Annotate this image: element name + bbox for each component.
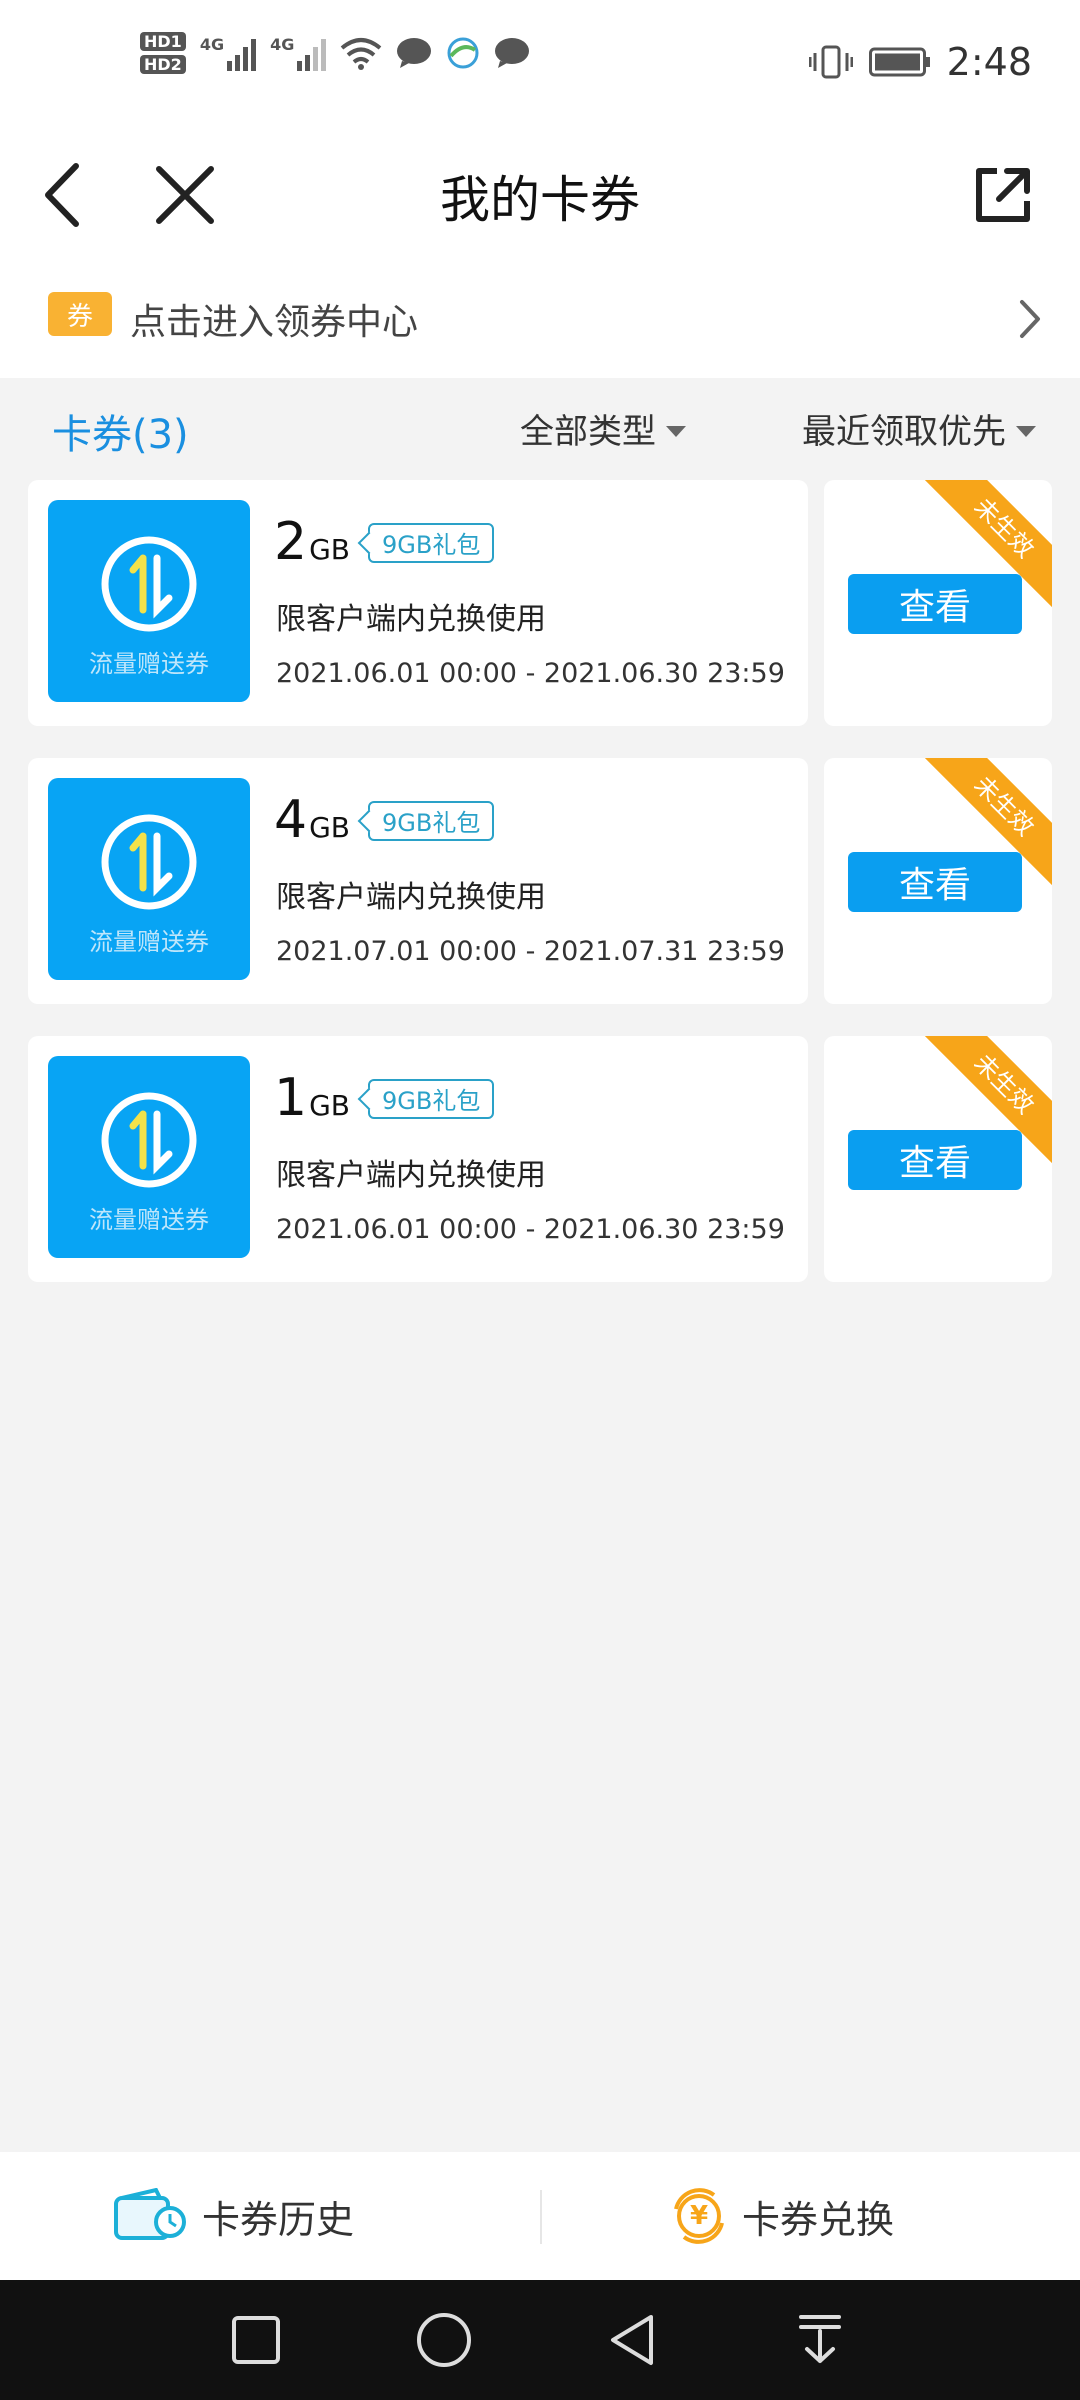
caret-down-icon (666, 426, 686, 437)
coupon-history-label: 卡券历史 (202, 2197, 355, 2242)
yuan-exchange-icon: ¥ (670, 2187, 728, 2245)
package-tag: 9GB礼包 (368, 800, 495, 841)
wifi-icon (341, 38, 382, 70)
home-button[interactable] (414, 2310, 474, 2370)
thumbnail-label: 流量赠送券 (89, 650, 209, 678)
message-bubble-icon-2 (495, 38, 530, 68)
back-nav-button[interactable] (602, 2310, 662, 2370)
coupon-center-row[interactable]: 券 点击进入领券中心 (0, 260, 1080, 378)
clock: 2:48 (946, 40, 1032, 84)
amount-unit: GB (309, 811, 350, 844)
page-title: 我的卡券 (440, 171, 640, 229)
coupon-card-action: 未生效 查看 (824, 758, 1052, 1004)
coupon-card[interactable]: 流量赠送券 2 GB 9GB礼包 限客户端内兑换使用 2021.06.01 00… (28, 480, 1052, 726)
type-filter-label: 全部类型 (520, 412, 656, 452)
hd-badges: HD1 HD2 (140, 32, 186, 74)
chevron-right-icon (1020, 300, 1040, 338)
coupon-amount: 1 GB 9GB礼包 (274, 1068, 495, 1128)
notification-pull-button[interactable] (790, 2310, 850, 2370)
coupon-card[interactable]: 流量赠送券 4 GB 9GB礼包 限客户端内兑换使用 2021.07.01 00… (28, 758, 1052, 1004)
coupon-thumbnail: 流量赠送券 (48, 1056, 250, 1258)
thumbnail-label: 流量赠送券 (89, 1206, 209, 1234)
coupon-thumbnail: 流量赠送券 (48, 778, 250, 980)
recents-button[interactable] (226, 2310, 286, 2370)
coupon-count: 卡券(3) (52, 412, 189, 458)
package-tag: 9GB礼包 (368, 522, 495, 563)
coupon-exchange-label: 卡券兑换 (742, 2197, 895, 2242)
coupon-card-action: 未生效 查看 (824, 1036, 1052, 1282)
coupon-description: 限客户端内兑换使用 (276, 880, 546, 915)
sort-label: 最近领取优先 (802, 412, 1006, 452)
coupon-thumbnail: 流量赠送券 (48, 500, 250, 702)
coupon-badge-icon: 券 (48, 292, 112, 336)
hd2-badge: HD2 (140, 55, 186, 74)
view-button[interactable]: 查看 (848, 1130, 1022, 1190)
amount-unit: GB (309, 533, 350, 566)
coupon-validity: 2021.07.01 00:00 - 2021.07.31 23:59 (276, 936, 785, 967)
coupon-card-main: 流量赠送券 4 GB 9GB礼包 限客户端内兑换使用 2021.07.01 00… (28, 758, 808, 1004)
amount-unit: GB (309, 1089, 350, 1122)
triangle-back-icon (611, 2315, 653, 2365)
coupon-exchange-button[interactable]: ¥ 卡券兑换 (670, 2152, 894, 2280)
status-icons-left: HD1 HD2 4G 4G (140, 32, 530, 74)
coupon-history-button[interactable]: 卡券历史 (112, 2152, 354, 2280)
coupon-description: 限客户端内兑换使用 (276, 1158, 546, 1193)
bottom-action-bar: 卡券历史 ¥ 卡券兑换 (0, 2152, 1080, 2280)
caret-down-icon (1016, 426, 1036, 437)
view-button[interactable]: 查看 (848, 574, 1022, 634)
system-navigation-bar (0, 2280, 1080, 2400)
amount-value: 4 (274, 790, 308, 850)
hd1-badge: HD1 (140, 32, 186, 51)
package-tag: 9GB礼包 (368, 1078, 495, 1119)
message-bubble-icon (397, 38, 432, 68)
coupon-description: 限客户端内兑换使用 (276, 602, 546, 637)
sort-dropdown[interactable]: 最近领取优先 (802, 404, 1036, 453)
signal-1-icon: 4G (200, 35, 257, 71)
circle-icon (417, 2313, 471, 2367)
battery-icon (868, 47, 930, 77)
data-transfer-icon (101, 536, 197, 632)
thumbnail-label: 流量赠送券 (89, 928, 209, 956)
status-icons-right: 2:48 (808, 40, 1032, 84)
share-button[interactable] (948, 140, 1058, 250)
data-transfer-icon (101, 814, 197, 910)
coupon-card-main: 流量赠送券 2 GB 9GB礼包 限客户端内兑换使用 2021.06.01 00… (28, 480, 808, 726)
title-bar: 我的卡券 (0, 130, 1080, 260)
filter-bar: 卡券(3) 全部类型 最近领取优先 (0, 378, 1080, 478)
pull-down-icon (799, 2315, 841, 2363)
coupon-validity: 2021.06.01 00:00 - 2021.06.30 23:59 (276, 658, 785, 689)
coupon-validity: 2021.06.01 00:00 - 2021.06.30 23:59 (276, 1214, 785, 1245)
amount-value: 2 (274, 512, 308, 572)
signal-2-icon: 4G (270, 35, 327, 71)
vibrate-icon (808, 45, 853, 79)
coupon-amount: 2 GB 9GB礼包 (274, 512, 495, 572)
status-bar: HD1 HD2 4G 4G 2:48 (0, 0, 1080, 130)
china-mobile-icon (447, 37, 479, 69)
coupon-card[interactable]: 流量赠送券 1 GB 9GB礼包 限客户端内兑换使用 2021.06.01 00… (28, 1036, 1052, 1282)
type-filter-dropdown[interactable]: 全部类型 (520, 404, 686, 453)
coupon-center-text: 点击进入领券中心 (130, 302, 419, 343)
coupon-card-action: 未生效 查看 (824, 480, 1052, 726)
bottom-divider (540, 2190, 542, 2244)
wallet-clock-icon (114, 2188, 186, 2240)
coupon-card-main: 流量赠送券 1 GB 9GB礼包 限客户端内兑换使用 2021.06.01 00… (28, 1036, 808, 1282)
view-button[interactable]: 查看 (848, 852, 1022, 912)
data-transfer-icon (101, 1092, 197, 1188)
coupon-amount: 4 GB 9GB礼包 (274, 790, 495, 850)
share-external-icon (976, 168, 1030, 222)
amount-value: 1 (274, 1068, 308, 1128)
square-icon (232, 2316, 280, 2364)
